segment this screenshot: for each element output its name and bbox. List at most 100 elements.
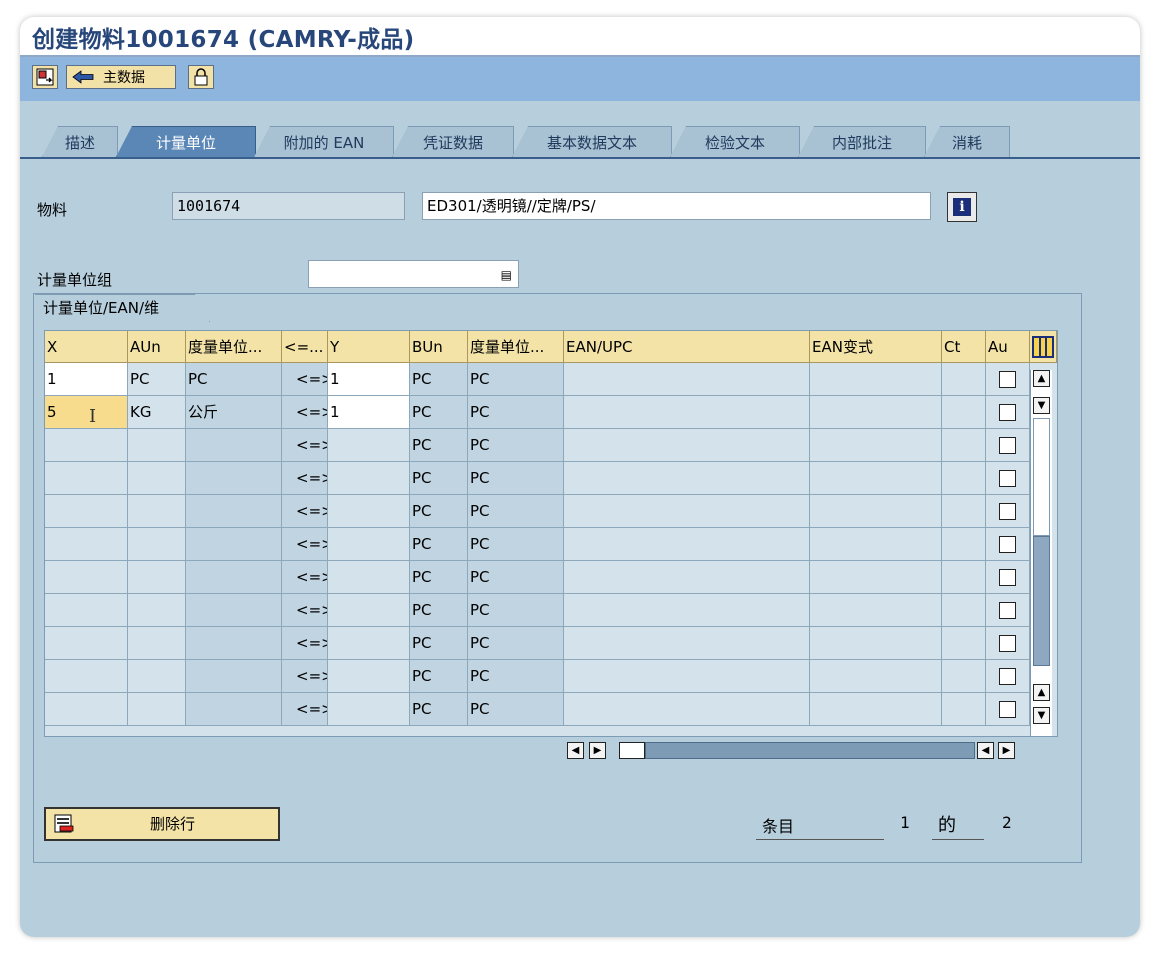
cell-op[interactable]: <=> [282,561,328,594]
cell-au[interactable] [986,627,1030,660]
cell-ean[interactable] [564,561,810,594]
cell-bun[interactable]: PC [410,561,468,594]
cell-ct[interactable] [942,363,986,396]
au-checkbox[interactable] [999,536,1016,553]
cell-au[interactable] [986,561,1030,594]
cell-bun[interactable]: PC [410,363,468,396]
cell-ean-category[interactable] [810,363,942,396]
cell-ct[interactable] [942,528,986,561]
cell-uom-text[interactable] [186,462,282,495]
col-header-bun[interactable]: BUn [410,331,468,363]
cell-aun[interactable]: PC [128,363,186,396]
cell-ct[interactable] [942,462,986,495]
col-header-au[interactable]: Au [986,331,1030,363]
cell-ean[interactable] [564,528,810,561]
cell-op[interactable]: <=> [282,429,328,462]
cell-ean[interactable] [564,693,810,726]
cell-op[interactable]: <=> [282,660,328,693]
col-header-x[interactable]: X [45,331,128,363]
cell-ean-category[interactable] [810,594,942,627]
scroll-down-icon[interactable]: ▼ [1033,397,1050,414]
cell-ct[interactable] [942,429,986,462]
tab-basic-data-text[interactable]: 基本数据文本 [512,126,672,157]
cell-bun-text[interactable]: PC [468,396,564,429]
scroll-right-icon[interactable]: ▶ [589,742,606,759]
cell-x[interactable] [45,627,128,660]
cell-uom-text[interactable] [186,660,282,693]
cell-bun-text[interactable]: PC [468,660,564,693]
cell-ean[interactable] [564,495,810,528]
uom-group-field[interactable]: ▤ [308,260,519,288]
cell-au[interactable] [986,660,1030,693]
scroll-page-up-icon[interactable]: ▲ [1033,684,1050,701]
col-header-op[interactable]: <=... [282,331,328,363]
cell-x[interactable]: 5I [45,396,128,429]
other-material-button[interactable] [32,65,58,89]
cell-ct[interactable] [942,627,986,660]
au-checkbox[interactable] [999,701,1016,718]
cell-y[interactable] [328,462,410,495]
material-description-field[interactable]: ED301/透明镜//定牌/PS/ [422,192,931,220]
cell-uom-text[interactable]: 公斤 [186,396,282,429]
au-checkbox[interactable] [999,503,1016,520]
cell-uom-text[interactable]: PC [186,363,282,396]
cell-bun[interactable]: PC [410,693,468,726]
tab-inspection-text[interactable]: 检验文本 [670,126,800,157]
cell-aun[interactable]: KG [128,396,186,429]
cell-x[interactable] [45,495,128,528]
horizontal-scrollbar[interactable]: ◀ ▶ ◀ ▶ [567,740,1017,762]
scroll-page-down-icon[interactable]: ▼ [1033,707,1050,724]
cell-ct[interactable] [942,495,986,528]
cell-aun[interactable] [128,561,186,594]
cell-ct[interactable] [942,396,986,429]
tab-additional-ean[interactable]: 附加的 EAN [254,126,394,157]
cell-ean[interactable] [564,594,810,627]
vertical-scrollbar[interactable]: ▲ ▼ ▲ ▼ [1030,370,1052,736]
cell-bun[interactable]: PC [410,627,468,660]
cell-y[interactable] [328,495,410,528]
cell-ean-category[interactable] [810,528,942,561]
cell-bun-text[interactable]: PC [468,594,564,627]
au-checkbox[interactable] [999,437,1016,454]
cell-aun[interactable] [128,660,186,693]
cell-ean[interactable] [564,627,810,660]
cell-op[interactable]: <=> [282,495,328,528]
col-header-aun[interactable]: AUn [128,331,186,363]
cell-ean[interactable] [564,462,810,495]
tab-internal-comment[interactable]: 内部批注 [798,126,926,157]
cell-ct[interactable] [942,594,986,627]
cell-uom-text[interactable] [186,627,282,660]
cell-aun[interactable] [128,594,186,627]
main-data-button[interactable]: 主数据 [66,65,176,89]
cell-ean[interactable] [564,660,810,693]
cell-ct[interactable] [942,693,986,726]
cell-ean-category[interactable] [810,462,942,495]
cell-au[interactable] [986,429,1030,462]
lock-button[interactable] [188,65,214,89]
cell-bun[interactable]: PC [410,660,468,693]
cell-y[interactable] [328,429,410,462]
cell-ean[interactable] [564,363,810,396]
cell-aun[interactable] [128,495,186,528]
cell-bun-text[interactable]: PC [468,693,564,726]
cell-ct[interactable] [942,561,986,594]
cell-uom-text[interactable] [186,594,282,627]
cell-aun[interactable] [128,528,186,561]
cell-bun-text[interactable]: PC [468,363,564,396]
cell-uom-text[interactable] [186,429,282,462]
cell-ean-category[interactable] [810,561,942,594]
tab-description[interactable]: 描述 [42,126,118,157]
cell-ean-category[interactable] [810,660,942,693]
cell-x[interactable] [45,561,128,594]
cell-op[interactable]: <=> [282,528,328,561]
cell-bun-text[interactable]: PC [468,627,564,660]
cell-y[interactable]: 1 [328,396,410,429]
col-header-ean-category[interactable]: EAN变式 [810,331,942,363]
cell-uom-text[interactable] [186,561,282,594]
col-header-bun-text[interactable]: 度量单位... [468,331,564,363]
cell-au[interactable] [986,495,1030,528]
cell-ean-category[interactable] [810,396,942,429]
cell-bun-text[interactable]: PC [468,528,564,561]
info-button[interactable]: i [947,192,977,222]
cell-x[interactable] [45,528,128,561]
